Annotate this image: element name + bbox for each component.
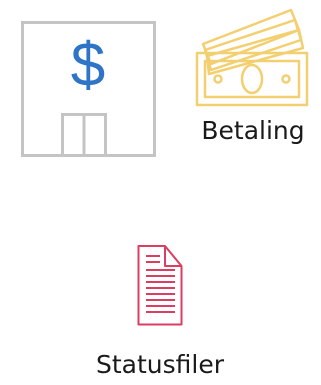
statusfiles-tile[interactable]: Statusfiler (90, 238, 230, 385)
document-icon (137, 245, 183, 326)
payment-tile[interactable]: Betaling (185, 4, 321, 160)
bank-building-dollar-icon: $ (21, 21, 156, 157)
payment-label: Betaling (201, 116, 305, 145)
statusfiles-label: Statusfiler (95, 350, 224, 379)
bank-tile[interactable]: $ (21, 21, 156, 157)
dollar-sign: $ (71, 31, 105, 100)
banknotes-icon (195, 8, 309, 107)
